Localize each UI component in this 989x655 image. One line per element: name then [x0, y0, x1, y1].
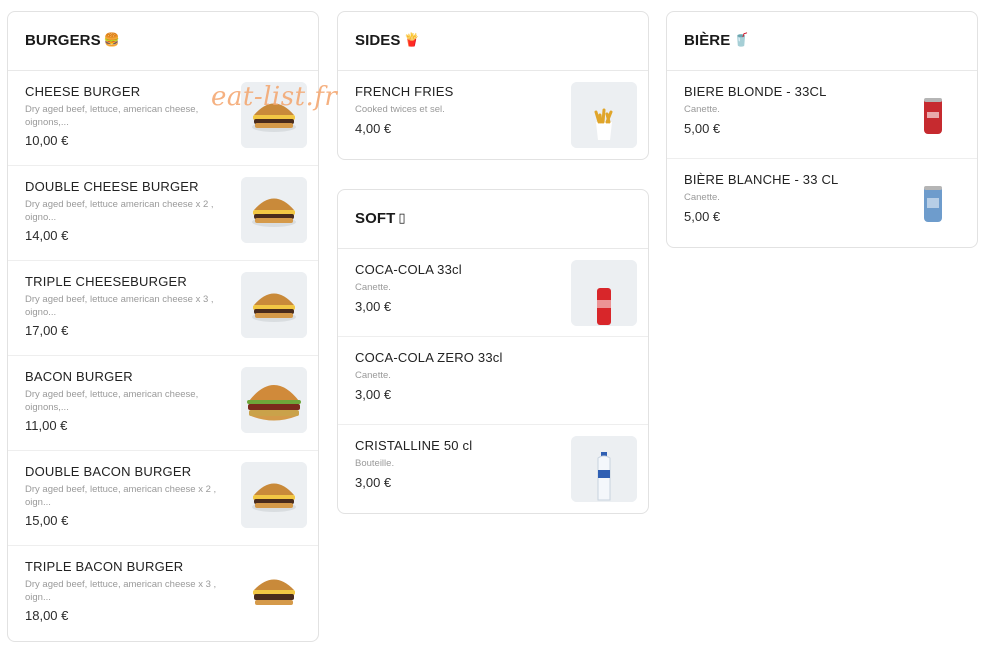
- menu-item[interactable]: COCA-COLA 33cl Canette. 3,00 €: [338, 249, 648, 337]
- beer-can-photo: [900, 170, 966, 236]
- item-name: DOUBLE CHEESE BURGER: [25, 179, 199, 194]
- item-price: 3,00 €: [355, 387, 392, 402]
- category-header: BURGERS 🍔: [8, 12, 318, 71]
- item-name: DOUBLE BACON BURGER: [25, 464, 192, 479]
- item-name: TRIPLE BACON BURGER: [25, 559, 184, 574]
- beer-glass-icon: 🥤: [733, 32, 750, 47]
- item-name: COCA-COLA ZERO 33cl: [355, 350, 503, 365]
- burger-photo: [241, 82, 307, 148]
- menu-item[interactable]: TRIPLE BACON BURGER Dry aged beef, lettuc…: [8, 546, 318, 641]
- burger-icon: 🍔: [103, 32, 121, 47]
- water-bottle-photo: [571, 436, 637, 502]
- item-name: BIERE BLONDE - 33CL: [684, 84, 827, 99]
- item-description: Dry aged beef, lettuce, american cheese,…: [25, 104, 199, 128]
- menu-item[interactable]: DOUBLE BACON BURGER Dry aged beef, lettuc…: [8, 451, 318, 546]
- menu-category-card: BURGERS 🍔 CHEESE BURGER Dry aged beef, lett…: [7, 11, 319, 642]
- item-description: Canette.: [355, 370, 391, 381]
- beer-can-photo: [900, 82, 966, 148]
- menu-column-1: BURGERS 🍔 CHEESE BURGER Dry aged beef, lett…: [7, 11, 319, 655]
- category-title: BIÈRE: [684, 32, 731, 49]
- item-description: Dry aged beef, lettuce, american cheese …: [25, 484, 217, 508]
- item-description: Canette.: [684, 192, 720, 203]
- item-name: TRIPLE CHEESEBURGER: [25, 274, 188, 289]
- menu-column-2: SIDES 🍟 FRENCH FRIES Cooked twices et sel. 4…: [337, 11, 649, 543]
- item-name: BIÈRE BLANCHE - 33 CL: [684, 172, 839, 187]
- menu-item[interactable]: CHEESE BURGER Dry aged beef, lettuce, ame…: [8, 71, 318, 166]
- item-description: Bouteille.: [355, 458, 395, 469]
- menu-category-card: SOFT ▯ COCA-COLA 33cl Canette. 3,00 € COCA-CO…: [337, 189, 649, 514]
- category-title: SIDES: [355, 32, 401, 49]
- menu-category-card: SIDES 🍟 FRENCH FRIES Cooked twices et sel. 4…: [337, 11, 649, 160]
- item-description: Dry aged beef, lettuce, american cheese,…: [25, 389, 199, 413]
- soft-drink-icon: ▯: [398, 210, 406, 225]
- category-header: BIÈRE 🥤: [667, 12, 977, 71]
- item-description: Canette.: [684, 104, 720, 115]
- coke-can-photo: [571, 260, 637, 326]
- menu-item[interactable]: BACON BURGER Dry aged beef, lettuce, amer…: [8, 356, 318, 451]
- item-name: CRISTALLINE 50 cl: [355, 438, 473, 453]
- menu-item[interactable]: BIERE BLONDE - 33CL Canette. 5,00 €: [667, 71, 977, 159]
- item-description: Dry aged beef, lettuce, american cheese …: [25, 579, 217, 603]
- item-name: FRENCH FRIES: [355, 84, 454, 99]
- item-name: BACON BURGER: [25, 369, 133, 384]
- category-title: SOFT: [355, 210, 396, 227]
- menu-item[interactable]: BIÈRE BLANCHE - 33 CL Canette. 5,00 €: [667, 159, 977, 247]
- category-header: SOFT ▯: [338, 190, 648, 249]
- menu-item[interactable]: DOUBLE CHEESE BURGER Dry aged beef, lettu…: [8, 166, 318, 261]
- category-header: SIDES 🍟: [338, 12, 648, 71]
- item-description: Dry aged beef, lettuce american cheese x…: [25, 199, 214, 223]
- item-name: COCA-COLA 33cl: [355, 262, 462, 277]
- burger-photo: [241, 462, 307, 528]
- item-description: Canette.: [355, 282, 391, 293]
- burger-photo: [241, 177, 307, 243]
- menu-item[interactable]: COCA-COLA ZERO 33cl Canette. 3,00 €: [338, 337, 648, 425]
- menu-category-card: BIÈRE 🥤 BIERE BLONDE - 33CL Canette. 5,00 € B…: [666, 11, 978, 248]
- category-title: BURGERS: [25, 32, 101, 49]
- burger-photo: [241, 367, 307, 433]
- menu-item[interactable]: FRENCH FRIES Cooked twices et sel. 4,00 €: [338, 71, 648, 159]
- menu-column-3: BIÈRE 🥤 BIERE BLONDE - 33CL Canette. 5,00 € B…: [666, 11, 978, 277]
- menu-item[interactable]: TRIPLE CHEESEBURGER Dry aged beef, lettuc…: [8, 261, 318, 356]
- burger-photo: [241, 272, 307, 338]
- item-description: Dry aged beef, lettuce american cheese x…: [25, 294, 214, 318]
- item-name: CHEESE BURGER: [25, 84, 141, 99]
- burger-photo: [241, 557, 307, 623]
- fries-icon: 🍟: [403, 32, 420, 47]
- fries-photo: [571, 82, 637, 148]
- item-description: Cooked twices et sel.: [355, 104, 445, 115]
- menu-item[interactable]: CRISTALLINE 50 cl Bouteille. 3,00 €: [338, 425, 648, 513]
